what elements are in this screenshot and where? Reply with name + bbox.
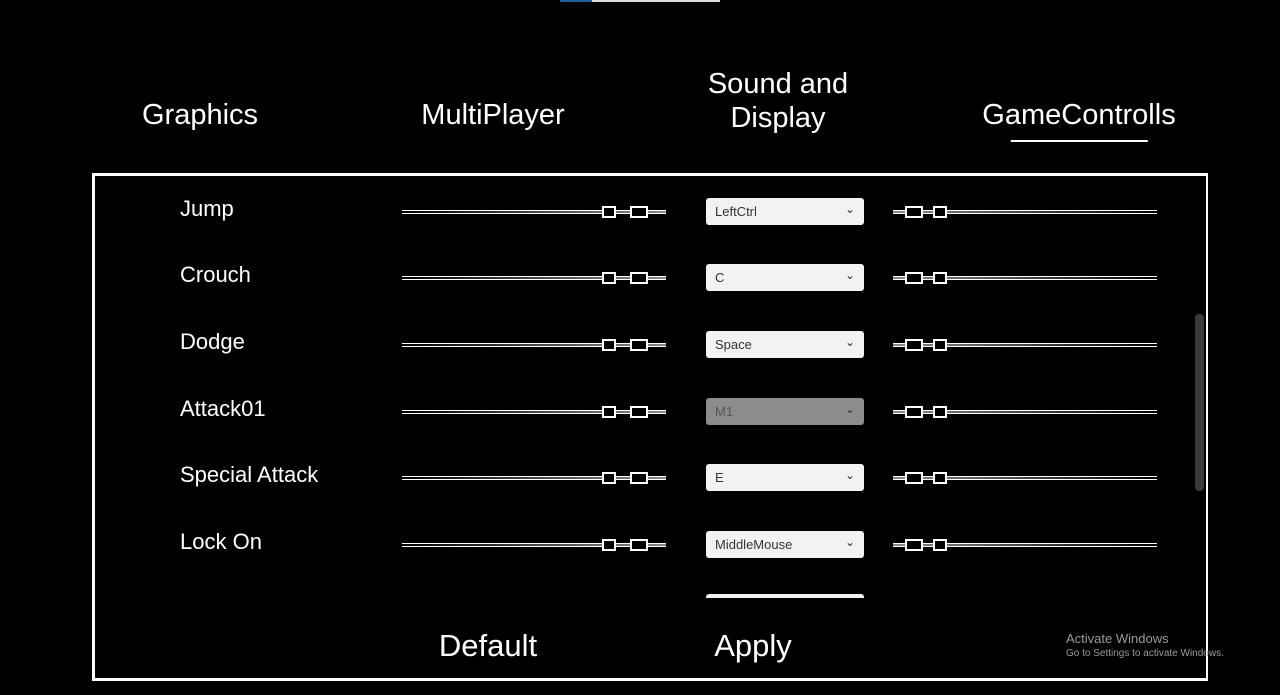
slider-handle[interactable] — [630, 472, 648, 484]
slider-handle[interactable] — [933, 272, 947, 284]
slider-handle[interactable] — [905, 539, 923, 551]
control-label: Special Attack — [180, 462, 319, 487]
key-binding-dropdown[interactable]: Space ⌄ — [706, 331, 864, 358]
watermark-title: Activate Windows — [1066, 631, 1169, 646]
chevron-down-icon: ⌄ — [844, 268, 855, 282]
slider-handle[interactable] — [933, 406, 947, 418]
chevron-down-icon: ⌄ — [844, 335, 855, 349]
tab-label: GameControlls — [982, 99, 1176, 131]
slider-handle[interactable] — [602, 406, 616, 418]
slider-handle[interactable] — [905, 339, 923, 351]
slider-handle[interactable] — [933, 339, 947, 351]
scrollbar[interactable] — [1193, 179, 1205, 491]
slider-handle[interactable] — [905, 206, 923, 218]
control-label: Attack01 — [180, 396, 266, 421]
key-binding-dropdown[interactable] — [706, 594, 864, 598]
slider-track — [402, 543, 666, 547]
progress-fill — [560, 0, 592, 2]
slider-handle[interactable] — [933, 539, 947, 551]
control-row: Dodge Space ⌄ — [95, 323, 1195, 363]
tab-multiplayer[interactable]: MultiPlayer — [421, 98, 564, 132]
control-label: Lock On — [180, 529, 262, 554]
control-label: Crouch — [180, 262, 251, 287]
controls-panel: Jump LeftCtrl ⌄ Crouch C ⌄ Dodge Space ⌄ At… — [92, 173, 1208, 681]
slider-handle[interactable] — [630, 406, 648, 418]
selected-key: Space — [715, 337, 752, 352]
controls-list: Jump LeftCtrl ⌄ Crouch C ⌄ Dodge Space ⌄ At… — [95, 176, 1195, 598]
slider-track — [402, 410, 666, 414]
slider-handle[interactable] — [905, 406, 923, 418]
tab-label-line2: Display — [730, 102, 826, 134]
control-row: Crouch C ⌄ — [95, 256, 1195, 296]
control-row: Special Attack E ⌄ — [95, 456, 1195, 496]
control-row: Jump LeftCtrl ⌄ — [95, 190, 1195, 230]
control-row-partial — [95, 589, 1195, 598]
slider-handle[interactable] — [602, 272, 616, 284]
selected-key: C — [715, 270, 725, 285]
right-slider[interactable] — [893, 539, 1157, 551]
slider-track — [402, 276, 666, 280]
control-row: Attack01 M1 ⌄ — [95, 390, 1195, 430]
selected-key: M1 — [715, 404, 734, 419]
selected-key: E — [715, 470, 724, 485]
loading-progress-bar — [560, 0, 720, 2]
left-slider[interactable] — [402, 406, 666, 418]
left-slider[interactable] — [402, 272, 666, 284]
control-label: Dodge — [180, 329, 245, 354]
apply-button[interactable]: Apply — [714, 628, 792, 664]
chevron-down-icon: ⌄ — [844, 402, 855, 416]
tab-gamecontrolls[interactable]: GameControlls — [982, 98, 1176, 142]
slider-track — [402, 210, 666, 214]
key-binding-dropdown[interactable]: E ⌄ — [706, 464, 864, 491]
right-slider[interactable] — [893, 206, 1157, 218]
left-slider[interactable] — [402, 472, 666, 484]
right-slider[interactable] — [893, 406, 1157, 418]
active-tab-underline — [1010, 140, 1148, 142]
control-label: Jump — [180, 196, 234, 221]
slider-track — [402, 476, 666, 480]
slider-handle[interactable] — [602, 472, 616, 484]
scrollbar-thumb[interactable] — [1195, 314, 1204, 491]
key-binding-dropdown[interactable]: LeftCtrl ⌄ — [706, 198, 864, 225]
right-slider[interactable] — [893, 272, 1157, 284]
activate-windows-watermark: Activate Windows Go to Settings to activ… — [1066, 631, 1224, 659]
chevron-down-icon: ⌄ — [844, 202, 855, 216]
chevron-down-icon: ⌄ — [844, 468, 855, 482]
slider-handle[interactable] — [602, 539, 616, 551]
slider-handle[interactable] — [602, 339, 616, 351]
slider-handle[interactable] — [630, 272, 648, 284]
left-slider[interactable] — [402, 339, 666, 351]
default-button[interactable]: Default — [439, 628, 537, 664]
left-slider[interactable] — [402, 539, 666, 551]
watermark-subtitle: Go to Settings to activate Windows. — [1066, 648, 1224, 659]
left-slider[interactable] — [402, 206, 666, 218]
tab-sound-and-display[interactable]: Sound and Display — [708, 67, 848, 135]
slider-handle[interactable] — [933, 206, 947, 218]
slider-track — [402, 343, 666, 347]
slider-handle[interactable] — [630, 206, 648, 218]
slider-handle[interactable] — [905, 472, 923, 484]
chevron-down-icon: ⌄ — [844, 535, 855, 549]
selected-key: LeftCtrl — [715, 204, 757, 219]
selected-key: MiddleMouse — [715, 537, 793, 552]
control-row: Lock On MiddleMouse ⌄ — [95, 523, 1195, 563]
tab-graphics[interactable]: Graphics — [142, 98, 258, 132]
slider-handle[interactable] — [630, 539, 648, 551]
key-binding-dropdown[interactable]: MiddleMouse ⌄ — [706, 531, 864, 558]
right-slider[interactable] — [893, 472, 1157, 484]
tab-label-line1: Sound and — [707, 68, 849, 100]
right-slider[interactable] — [893, 339, 1157, 351]
slider-handle[interactable] — [933, 472, 947, 484]
slider-handle[interactable] — [630, 339, 648, 351]
key-binding-dropdown[interactable]: C ⌄ — [706, 264, 864, 291]
key-binding-dropdown: M1 ⌄ — [706, 398, 864, 425]
slider-handle[interactable] — [602, 206, 616, 218]
slider-handle[interactable] — [905, 272, 923, 284]
